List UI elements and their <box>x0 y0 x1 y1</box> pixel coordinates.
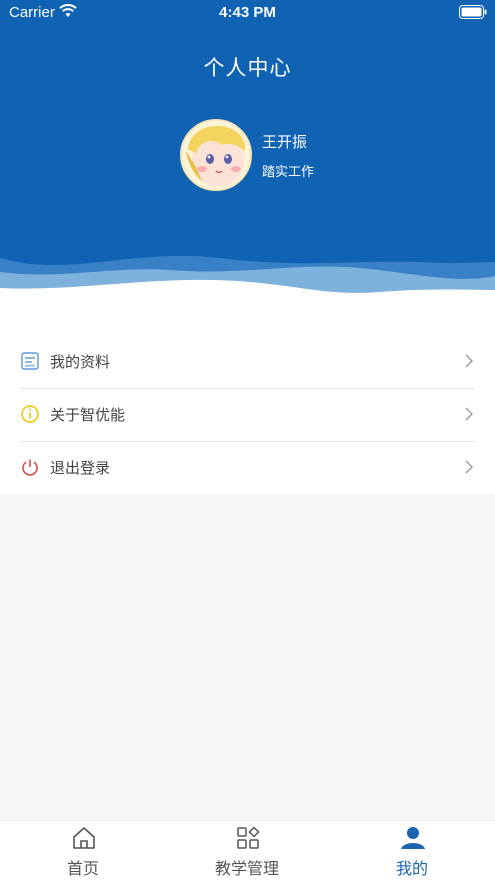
user-name: 王开振 <box>262 133 308 151</box>
menu-item-logout[interactable]: 退出登录 <box>20 442 475 494</box>
tab-mine[interactable]: 我的 <box>352 821 472 882</box>
power-icon <box>22 459 38 476</box>
page-title: 个人中心 <box>203 56 292 80</box>
menu-item-label: 退出登录 <box>50 459 111 477</box>
chevron-right-icon <box>465 460 473 474</box>
menu-item-label: 我的资料 <box>50 353 111 371</box>
tab-home[interactable]: 首页 <box>23 821 143 882</box>
status-bar: Carrier 4:43 PM <box>0 0 495 28</box>
tab-label: 教学管理 <box>214 859 279 878</box>
header-waves <box>0 255 495 298</box>
menu-item-label: 关于智优能 <box>50 406 126 424</box>
user-motto: 踏实工作 <box>262 165 315 180</box>
tab-teaching-management[interactable]: 教学管理 <box>187 821 307 882</box>
profile-card-icon <box>21 352 39 370</box>
home-icon <box>73 827 95 849</box>
avatar-illustration <box>182 121 250 189</box>
battery-icon <box>459 5 487 19</box>
tab-label: 首页 <box>66 859 99 878</box>
status-time: 4:43 PM <box>219 4 276 21</box>
avatar[interactable] <box>180 119 252 191</box>
grid-icon <box>237 826 260 849</box>
tab-label: 我的 <box>395 859 428 878</box>
tab-bar: 首页 教学管理 我的 <box>0 820 495 882</box>
menu-list: 我的资料 关于智优能 退出登录 <box>0 298 495 494</box>
chevron-right-icon <box>465 407 473 421</box>
user-icon <box>401 827 425 849</box>
profile-header: Carrier 4:43 PM 个人中心 王开振 踏实工作 <box>0 0 495 298</box>
info-icon <box>21 405 39 423</box>
menu-item-about[interactable]: 关于智优能 <box>20 389 475 441</box>
menu-item-my-profile[interactable]: 我的资料 <box>20 336 475 388</box>
chevron-right-icon <box>465 354 473 368</box>
